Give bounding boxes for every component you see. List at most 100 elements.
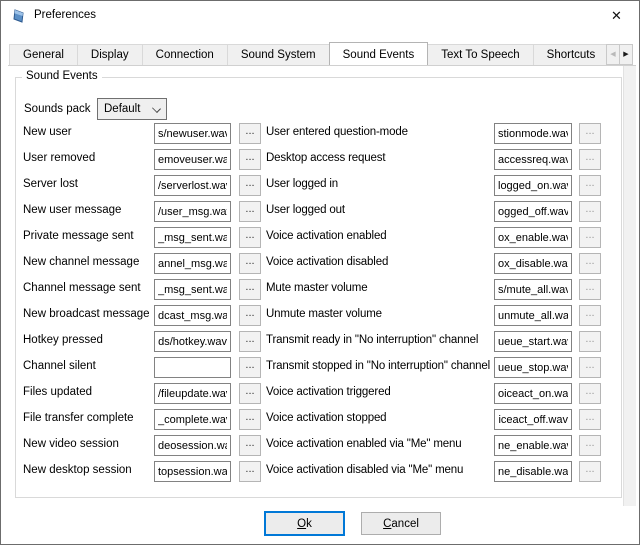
- browse-button[interactable]: ...: [239, 201, 261, 222]
- browse-button[interactable]: ...: [579, 305, 601, 326]
- window-title: Preferences: [34, 9, 96, 21]
- browse-button[interactable]: ...: [239, 227, 261, 248]
- event-label: Voice activation stopped: [266, 412, 492, 424]
- sound-event-row: Channel silent...Transmit stopped in "No…: [1, 356, 640, 382]
- event-sound-file-input[interactable]: [494, 149, 572, 170]
- event-sound-file-input[interactable]: [154, 461, 231, 482]
- sound-event-row: User removed... Desktop access request...: [1, 148, 640, 174]
- event-sound-file-input[interactable]: [494, 201, 572, 222]
- browse-button[interactable]: ...: [239, 149, 261, 170]
- browse-button[interactable]: ...: [579, 227, 601, 248]
- browse-button[interactable]: ...: [579, 123, 601, 144]
- cancel-button[interactable]: Cancel: [361, 512, 441, 535]
- tab-scroll-buttons: ◀ ▶: [607, 44, 633, 65]
- event-label: New user message: [23, 204, 151, 216]
- browse-button[interactable]: ...: [579, 409, 601, 430]
- sounds-pack-dropdown[interactable]: Default: [97, 98, 167, 120]
- event-sound-file-input[interactable]: [494, 279, 572, 300]
- event-label: File transfer complete: [23, 412, 151, 424]
- browse-button[interactable]: ...: [239, 383, 261, 404]
- tab-connection[interactable]: Connection: [142, 44, 228, 65]
- tab-scroll-left-icon[interactable]: ◀: [606, 44, 620, 65]
- browse-button[interactable]: ...: [239, 305, 261, 326]
- close-icon[interactable]: ✕: [594, 1, 639, 31]
- event-sound-file-input[interactable]: [494, 357, 572, 378]
- event-label: New channel message: [23, 256, 151, 268]
- event-label: Voice activation disabled: [266, 256, 492, 268]
- event-sound-file-input[interactable]: [494, 305, 572, 326]
- browse-button[interactable]: ...: [239, 461, 261, 482]
- event-sound-file-input[interactable]: [154, 149, 231, 170]
- tab-pane-border: [8, 65, 636, 66]
- event-sound-file-input[interactable]: [494, 435, 572, 456]
- event-label: Desktop access request: [266, 152, 492, 164]
- event-sound-file-input[interactable]: [154, 201, 231, 222]
- browse-button[interactable]: ...: [579, 279, 601, 300]
- event-label: Voice activation enabled via "Me" menu: [266, 438, 492, 450]
- browse-button[interactable]: ...: [579, 357, 601, 378]
- event-sound-file-input[interactable]: [494, 123, 572, 144]
- event-sound-file-input[interactable]: [154, 123, 231, 144]
- tab-display[interactable]: Display: [77, 44, 143, 65]
- event-label: Channel message sent: [23, 282, 151, 294]
- event-label: User removed: [23, 152, 151, 164]
- browse-button[interactable]: ...: [579, 149, 601, 170]
- event-label: Voice activation enabled: [266, 230, 492, 242]
- event-sound-file-input[interactable]: [154, 175, 231, 196]
- event-label: Private message sent: [23, 230, 151, 242]
- event-label: Transmit stopped in "No interruption" ch…: [266, 360, 492, 372]
- event-label: User entered question-mode: [266, 126, 492, 138]
- event-sound-file-input[interactable]: [154, 227, 231, 248]
- event-label: New broadcast message: [23, 308, 151, 320]
- ok-button[interactable]: Ok: [264, 511, 345, 536]
- browse-button[interactable]: ...: [239, 123, 261, 144]
- browse-button[interactable]: ...: [579, 253, 601, 274]
- browse-button[interactable]: ...: [239, 331, 261, 352]
- browse-button[interactable]: ...: [239, 357, 261, 378]
- event-sound-file-input[interactable]: [494, 227, 572, 248]
- event-sound-file-input[interactable]: [494, 461, 572, 482]
- browse-button[interactable]: ...: [239, 409, 261, 430]
- browse-button[interactable]: ...: [239, 253, 261, 274]
- chevron-down-icon: [153, 105, 160, 112]
- event-sound-file-input[interactable]: [494, 383, 572, 404]
- event-sound-file-input[interactable]: [154, 357, 231, 378]
- browse-button[interactable]: ...: [239, 279, 261, 300]
- sound-event-row: New channel message... Voice activation d…: [1, 252, 640, 278]
- browse-button[interactable]: ...: [579, 435, 601, 456]
- event-sound-file-input[interactable]: [494, 409, 572, 430]
- event-sound-file-input[interactable]: [154, 435, 231, 456]
- browse-button[interactable]: ...: [239, 435, 261, 456]
- event-label: User logged in: [266, 178, 492, 190]
- tab-scroll-right-icon[interactable]: ▶: [619, 44, 633, 65]
- browse-button[interactable]: ...: [579, 461, 601, 482]
- sound-event-row: Server lost... User logged in...: [1, 174, 640, 200]
- event-sound-file-input[interactable]: [154, 383, 231, 404]
- browse-button[interactable]: ...: [579, 331, 601, 352]
- browse-button[interactable]: ...: [239, 175, 261, 196]
- event-label: Server lost: [23, 178, 151, 190]
- tab-text-to-speech[interactable]: Text To Speech: [427, 44, 533, 65]
- event-sound-file-input[interactable]: [154, 409, 231, 430]
- browse-button[interactable]: ...: [579, 175, 601, 196]
- event-sound-file-input[interactable]: [154, 253, 231, 274]
- event-sound-file-input[interactable]: [154, 305, 231, 326]
- tab-shortcuts[interactable]: Shortcuts: [533, 44, 608, 65]
- sound-event-rows: New user...User entered question-mode...…: [1, 122, 640, 486]
- event-sound-file-input[interactable]: [154, 279, 231, 300]
- tab-sound-events[interactable]: Sound Events: [329, 42, 429, 65]
- sound-event-row: New desktop session...Voice activation d…: [1, 460, 640, 486]
- sound-event-row: New video session... Voice activation ena…: [1, 434, 640, 460]
- tab-sound-system[interactable]: Sound System: [227, 44, 330, 65]
- sound-event-row: Private message sent... Voice activation …: [1, 226, 640, 252]
- browse-button[interactable]: ...: [579, 383, 601, 404]
- event-label: Files updated: [23, 386, 151, 398]
- event-sound-file-input[interactable]: [494, 331, 572, 352]
- event-sound-file-input[interactable]: [494, 175, 572, 196]
- sound-event-row: Channel message sent...Mute master volum…: [1, 278, 640, 304]
- event-sound-file-input[interactable]: [494, 253, 572, 274]
- browse-button[interactable]: ...: [579, 201, 601, 222]
- tab-general[interactable]: General: [9, 44, 78, 65]
- event-label: New video session: [23, 438, 151, 450]
- event-sound-file-input[interactable]: [154, 331, 231, 352]
